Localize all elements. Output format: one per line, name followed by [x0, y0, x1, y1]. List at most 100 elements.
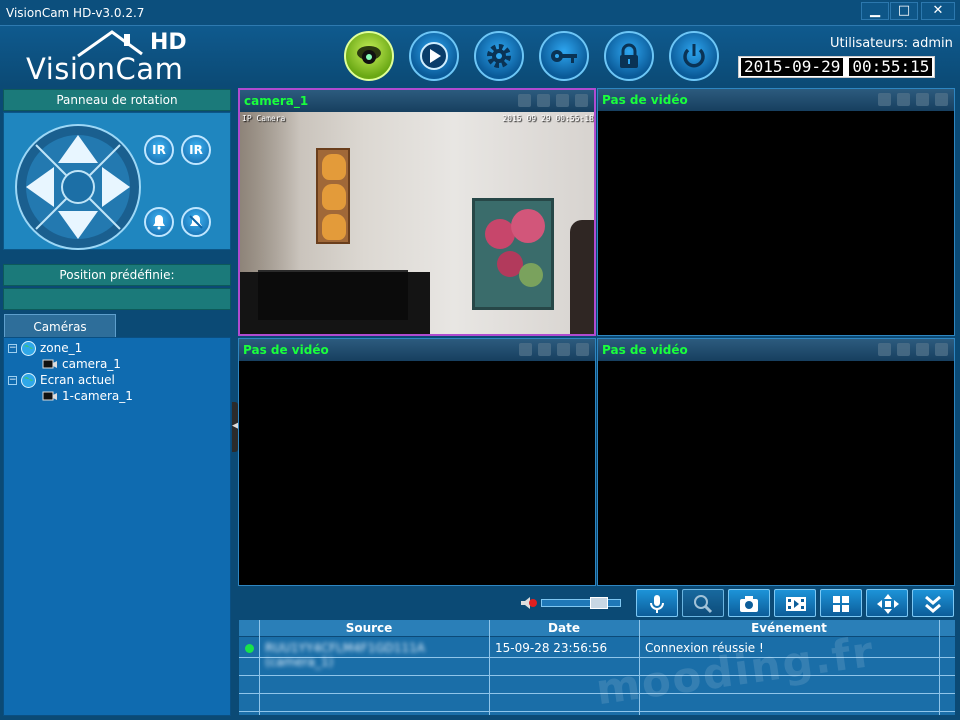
pane-icons — [518, 94, 588, 107]
title-bar: VisionCam HD-v3.0.2.7 ▁ □ ✕ — [0, 0, 960, 26]
datetime-display: 2015-09-29 00:55:15 — [738, 56, 936, 78]
pane-title: Pas de vidéo — [602, 343, 688, 357]
gear-icon — [487, 44, 511, 68]
video-pane[interactable]: Pas de vidéo — [597, 88, 955, 336]
tab-cameras[interactable]: Caméras — [4, 314, 116, 338]
grid-layout-icon — [833, 596, 849, 612]
camera-image: IP Camera 2015 09 29 00:55:18 — [240, 112, 594, 334]
grid-layout-button[interactable] — [820, 589, 862, 617]
maximize-button[interactable]: □ — [890, 2, 918, 20]
record-icon[interactable] — [916, 343, 929, 356]
live-view-button[interactable] — [341, 28, 397, 84]
column-event: Evénement — [751, 621, 827, 635]
column-source: Source — [345, 621, 393, 635]
record-icon[interactable] — [556, 94, 569, 107]
microphone-icon — [650, 595, 664, 613]
ptz-arrows-icon — [877, 594, 899, 614]
ptz-panel: IR IR — [3, 112, 231, 250]
pane-icons — [519, 343, 589, 356]
record-icon[interactable] — [916, 93, 929, 106]
speaker-muted-icon[interactable] — [520, 596, 538, 610]
logo: HD VisionCam — [22, 28, 212, 86]
video-pane[interactable]: camera_1 IP Camera 2015 09 29 00:55:18 — [238, 88, 596, 336]
video-feed — [598, 111, 954, 335]
logo-wordmark: VisionCam — [26, 52, 184, 86]
record-icon — [786, 597, 806, 611]
speaker-icon[interactable] — [897, 93, 910, 106]
user-management-button[interactable] — [536, 28, 592, 84]
time-display: 00:55:15 — [849, 58, 933, 76]
status-dot-icon — [245, 644, 254, 653]
camera-icon — [42, 359, 57, 368]
date-display: 2015-09-29 — [741, 58, 844, 76]
ir-off-button[interactable]: IR — [181, 135, 211, 165]
maximize-icon: □ — [897, 3, 911, 18]
speaker-icon[interactable] — [538, 343, 551, 356]
microphone-icon[interactable] — [518, 94, 531, 107]
record-button[interactable] — [774, 589, 816, 617]
microphone-icon[interactable] — [878, 343, 891, 356]
fullscreen-icon[interactable] — [575, 94, 588, 107]
volume-slider[interactable] — [541, 597, 621, 609]
collapse-toggle[interactable]: − — [8, 343, 17, 353]
record-icon[interactable] — [557, 343, 570, 356]
tree-item-zone[interactable]: − zone_1 — [8, 340, 82, 356]
speaker-icon[interactable] — [897, 343, 910, 356]
zoom-icon — [694, 595, 713, 614]
snapshot-icon — [740, 596, 758, 612]
key-icon — [551, 50, 577, 63]
minimize-icon: ▁ — [870, 3, 880, 18]
pane-header: Pas de vidéo — [598, 89, 954, 111]
close-button[interactable]: ✕ — [921, 2, 955, 20]
ptz-toggle-button[interactable] — [866, 589, 908, 617]
ir-on-button[interactable]: IR — [144, 135, 174, 165]
settings-button[interactable] — [471, 28, 527, 84]
alarm-off-button[interactable] — [181, 207, 211, 237]
camera-dome-icon — [357, 46, 381, 64]
power-button[interactable] — [666, 28, 722, 84]
snapshot-button[interactable] — [728, 589, 770, 617]
tree-item-label: Ecran actuel — [40, 373, 115, 387]
camera-icon — [42, 391, 57, 400]
lock-button[interactable] — [601, 28, 657, 84]
preset-position-selector[interactable] — [3, 288, 231, 310]
microphone-icon[interactable] — [878, 93, 891, 106]
event-source: RUU1YY4CFLM4F1GD111A (camera_1) — [265, 641, 425, 669]
column-date: Date — [548, 621, 580, 635]
alarm-on-button[interactable] — [144, 207, 174, 237]
tree-item-label: 1-camera_1 — [62, 389, 133, 403]
video-pane[interactable]: Pas de vidéo — [238, 338, 596, 586]
volume-slider-handle[interactable] — [590, 597, 608, 609]
ptz-dpad[interactable] — [14, 123, 142, 251]
minimize-button[interactable]: ▁ — [861, 2, 889, 20]
tree-item-label: camera_1 — [62, 357, 121, 371]
fullscreen-icon[interactable] — [935, 343, 948, 356]
video-feed — [239, 361, 595, 585]
bell-off-icon — [189, 215, 203, 229]
tree-item-label: zone_1 — [40, 341, 83, 355]
pane-header: camera_1 — [240, 90, 594, 112]
pane-title: camera_1 — [244, 94, 309, 108]
playback-button[interactable] — [406, 28, 462, 84]
play-icon — [420, 42, 448, 70]
globe-icon — [21, 340, 36, 356]
microphone-button[interactable] — [636, 589, 678, 617]
zoom-button[interactable] — [682, 589, 724, 617]
speaker-icon[interactable] — [537, 94, 550, 107]
tree-item-current-screen[interactable]: − Ecran actuel — [8, 372, 115, 388]
camera-tree: − zone_1 camera_1 − Ecran actuel 1-camer… — [3, 337, 231, 716]
power-icon — [683, 44, 705, 68]
collapse-toggle[interactable]: − — [8, 375, 17, 385]
collapse-button[interactable] — [912, 589, 954, 617]
pane-header: Pas de vidéo — [239, 339, 595, 361]
pane-title: Pas de vidéo — [602, 93, 688, 107]
video-pane[interactable]: Pas de vidéo — [597, 338, 955, 586]
microphone-icon[interactable] — [519, 343, 532, 356]
tree-item-camera[interactable]: 1-camera_1 — [42, 388, 133, 404]
fullscreen-icon[interactable] — [576, 343, 589, 356]
current-user-label: Utilisateurs: admin — [830, 36, 953, 51]
tree-item-camera[interactable]: camera_1 — [42, 356, 121, 372]
video-feed: IP Camera 2015 09 29 00:55:18 — [240, 112, 594, 334]
fullscreen-icon[interactable] — [935, 93, 948, 106]
pane-title: Pas de vidéo — [243, 343, 329, 357]
